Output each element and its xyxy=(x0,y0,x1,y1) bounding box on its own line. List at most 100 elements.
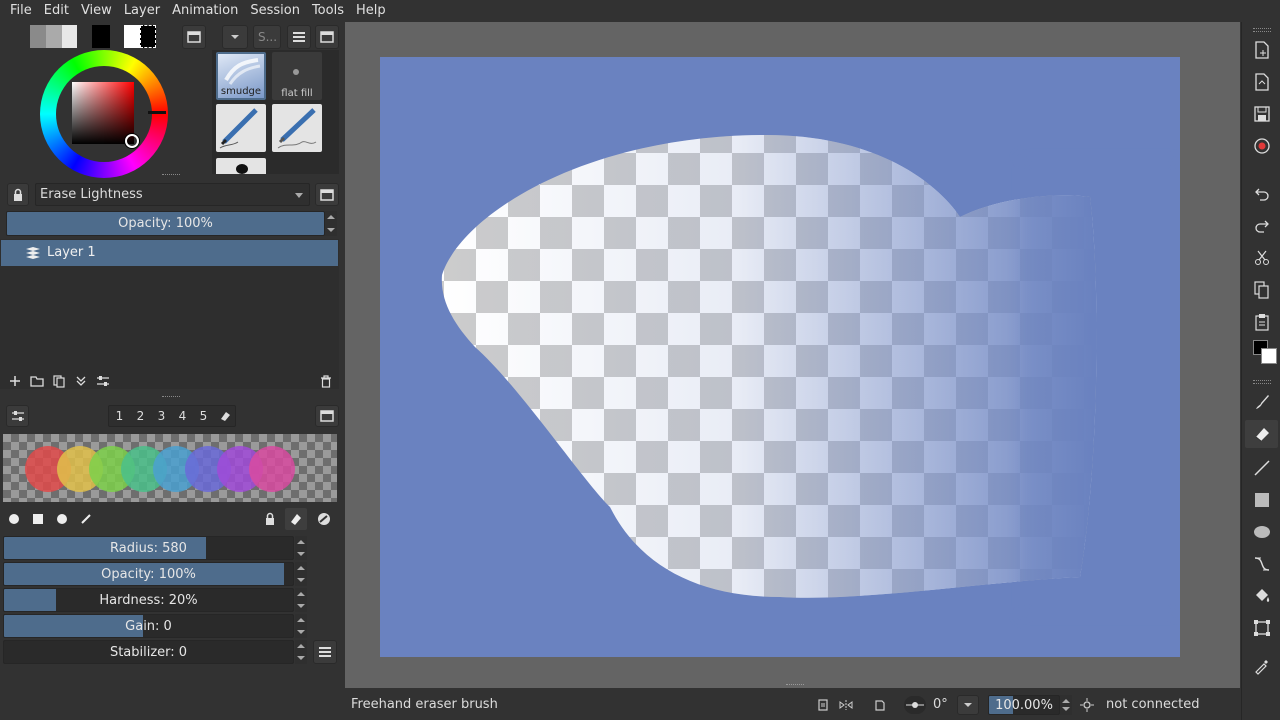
hue-indicator[interactable] xyxy=(148,111,166,114)
brush-slot-4[interactable]: 4 xyxy=(172,406,193,426)
preset-search-field[interactable]: S... xyxy=(253,25,281,49)
transform-tool-icon[interactable] xyxy=(1250,616,1274,640)
history-swatch[interactable] xyxy=(30,25,46,48)
brush-slot-5[interactable]: 5 xyxy=(193,406,214,426)
copy-icon[interactable] xyxy=(1250,278,1274,302)
cut-icon[interactable] xyxy=(1250,246,1274,270)
menu-help[interactable]: Help xyxy=(350,0,392,22)
eraser-mode-icon[interactable] xyxy=(285,508,307,530)
gain-spinner[interactable] xyxy=(295,614,307,638)
panel-options-icon[interactable] xyxy=(182,25,206,49)
merge-down-icon[interactable] xyxy=(70,370,92,392)
brush-stroke-icon[interactable] xyxy=(75,508,97,530)
canvas-viewport[interactable] xyxy=(345,22,1240,688)
fg-bg-color-icon[interactable] xyxy=(1250,340,1277,364)
lock-icon[interactable] xyxy=(259,508,281,530)
redo-icon[interactable] xyxy=(1250,214,1274,238)
toolbar-grip[interactable] xyxy=(1253,380,1271,384)
blending-mode-select[interactable]: Erase Lightness xyxy=(35,183,310,206)
preset-pencil-light[interactable] xyxy=(272,104,322,152)
menu-tools[interactable]: Tools xyxy=(306,0,350,22)
saturation-value-square[interactable] xyxy=(72,82,134,144)
round-tip-icon[interactable] xyxy=(51,508,73,530)
hardness-spinner[interactable] xyxy=(295,588,307,612)
zoom-spinner[interactable] xyxy=(1060,695,1072,715)
color-picker-handle[interactable] xyxy=(125,134,139,148)
brush-slot-1[interactable]: 1 xyxy=(109,406,130,426)
menu-session[interactable]: Session xyxy=(244,0,306,22)
zoom-slider[interactable]: 100.00% xyxy=(988,695,1060,715)
history-swatch[interactable] xyxy=(46,25,62,48)
palette-dab[interactable] xyxy=(249,446,295,492)
menu-edit[interactable]: Edit xyxy=(38,0,75,22)
square-tip-icon[interactable] xyxy=(27,508,49,530)
brush-opacity-spinner[interactable] xyxy=(295,562,307,586)
new-document-icon[interactable] xyxy=(1250,38,1274,62)
hardness-slider[interactable]: Hardness: 20% xyxy=(3,588,294,612)
radius-slider[interactable]: Radius: 580 xyxy=(3,536,294,560)
window-float-icon[interactable] xyxy=(315,25,339,49)
ellipse-tool-icon[interactable] xyxy=(1250,520,1274,544)
dock-grip[interactable] xyxy=(162,174,180,176)
menu-animation[interactable]: Animation xyxy=(166,0,244,22)
eraser-slot-icon[interactable] xyxy=(214,406,235,426)
preset-tag-dropdown[interactable] xyxy=(222,25,248,49)
layer-properties-icon[interactable] xyxy=(92,370,114,392)
fg-bg-swap-widget[interactable] xyxy=(124,25,156,48)
open-document-icon[interactable] xyxy=(1250,70,1274,94)
radius-spinner[interactable] xyxy=(295,536,307,560)
delete-layer-icon[interactable] xyxy=(315,370,337,392)
brush-settings-icon[interactable] xyxy=(6,405,29,427)
brush-opacity-slider[interactable]: Opacity: 100% xyxy=(3,562,294,586)
layer-row[interactable]: Layer 1 xyxy=(1,240,338,266)
rectangle-tool-icon[interactable] xyxy=(1250,488,1274,512)
preset-ink[interactable] xyxy=(216,158,266,174)
brush-tip-auto-icon[interactable] xyxy=(3,508,25,530)
menu-layer[interactable]: Layer xyxy=(118,0,166,22)
lock-alpha-icon[interactable] xyxy=(7,183,29,206)
window-float-icon[interactable] xyxy=(315,183,339,206)
rotate-canvas-icon[interactable] xyxy=(869,694,891,716)
stabilizer-options-icon[interactable] xyxy=(313,640,337,664)
brush-slot-2[interactable]: 2 xyxy=(130,406,151,426)
menu-view[interactable]: View xyxy=(75,0,118,22)
paste-icon[interactable] xyxy=(1250,310,1274,334)
mirror-view-icon[interactable] xyxy=(835,694,857,716)
brush-preview-palette[interactable] xyxy=(3,434,337,502)
toolbar-grip[interactable] xyxy=(1253,28,1271,32)
stabilizer-spinner[interactable] xyxy=(295,640,307,664)
smudge-mode-icon[interactable] xyxy=(313,508,335,530)
canvas-fit-icon[interactable] xyxy=(812,694,834,716)
layer-opacity-spinner[interactable] xyxy=(325,211,337,236)
drawing-canvas[interactable] xyxy=(380,57,1180,657)
preset-smudge[interactable]: smudge xyxy=(216,52,266,100)
rotation-dropdown[interactable] xyxy=(957,695,979,715)
color-picker-tool-icon[interactable] xyxy=(1250,654,1274,678)
record-icon[interactable] xyxy=(1250,134,1274,158)
preset-pencil-dark[interactable] xyxy=(216,104,266,152)
sync-icon[interactable] xyxy=(1076,694,1098,716)
hamburger-menu-icon[interactable] xyxy=(287,25,311,49)
freehand-brush-icon[interactable] xyxy=(1250,390,1274,414)
save-icon[interactable] xyxy=(1250,102,1274,126)
preset-flat-fill[interactable]: flat fill xyxy=(272,52,322,100)
stabilizer-slider[interactable]: Stabilizer: 0 xyxy=(3,640,294,664)
dock-grip[interactable] xyxy=(162,396,180,398)
fill-tool-icon[interactable] xyxy=(1250,584,1274,608)
line-tool-icon[interactable] xyxy=(1250,456,1274,480)
dock-grip[interactable] xyxy=(786,684,804,687)
window-float-icon[interactable] xyxy=(315,405,339,427)
duplicate-layer-icon[interactable] xyxy=(48,370,70,392)
rotation-dial[interactable] xyxy=(904,696,926,714)
eraser-tool-icon[interactable] xyxy=(1245,420,1278,448)
layer-opacity-slider[interactable]: Opacity: 100% xyxy=(6,211,325,236)
menu-file[interactable]: File xyxy=(4,0,38,22)
foreground-color-swatch[interactable] xyxy=(92,25,110,48)
add-group-icon[interactable] xyxy=(26,370,48,392)
add-layer-icon[interactable] xyxy=(4,370,26,392)
history-swatch[interactable] xyxy=(62,25,77,48)
undo-icon[interactable] xyxy=(1250,182,1274,206)
brush-slot-3[interactable]: 3 xyxy=(151,406,172,426)
bezier-tool-icon[interactable] xyxy=(1250,552,1274,576)
gain-slider[interactable]: Gain: 0 xyxy=(3,614,294,638)
